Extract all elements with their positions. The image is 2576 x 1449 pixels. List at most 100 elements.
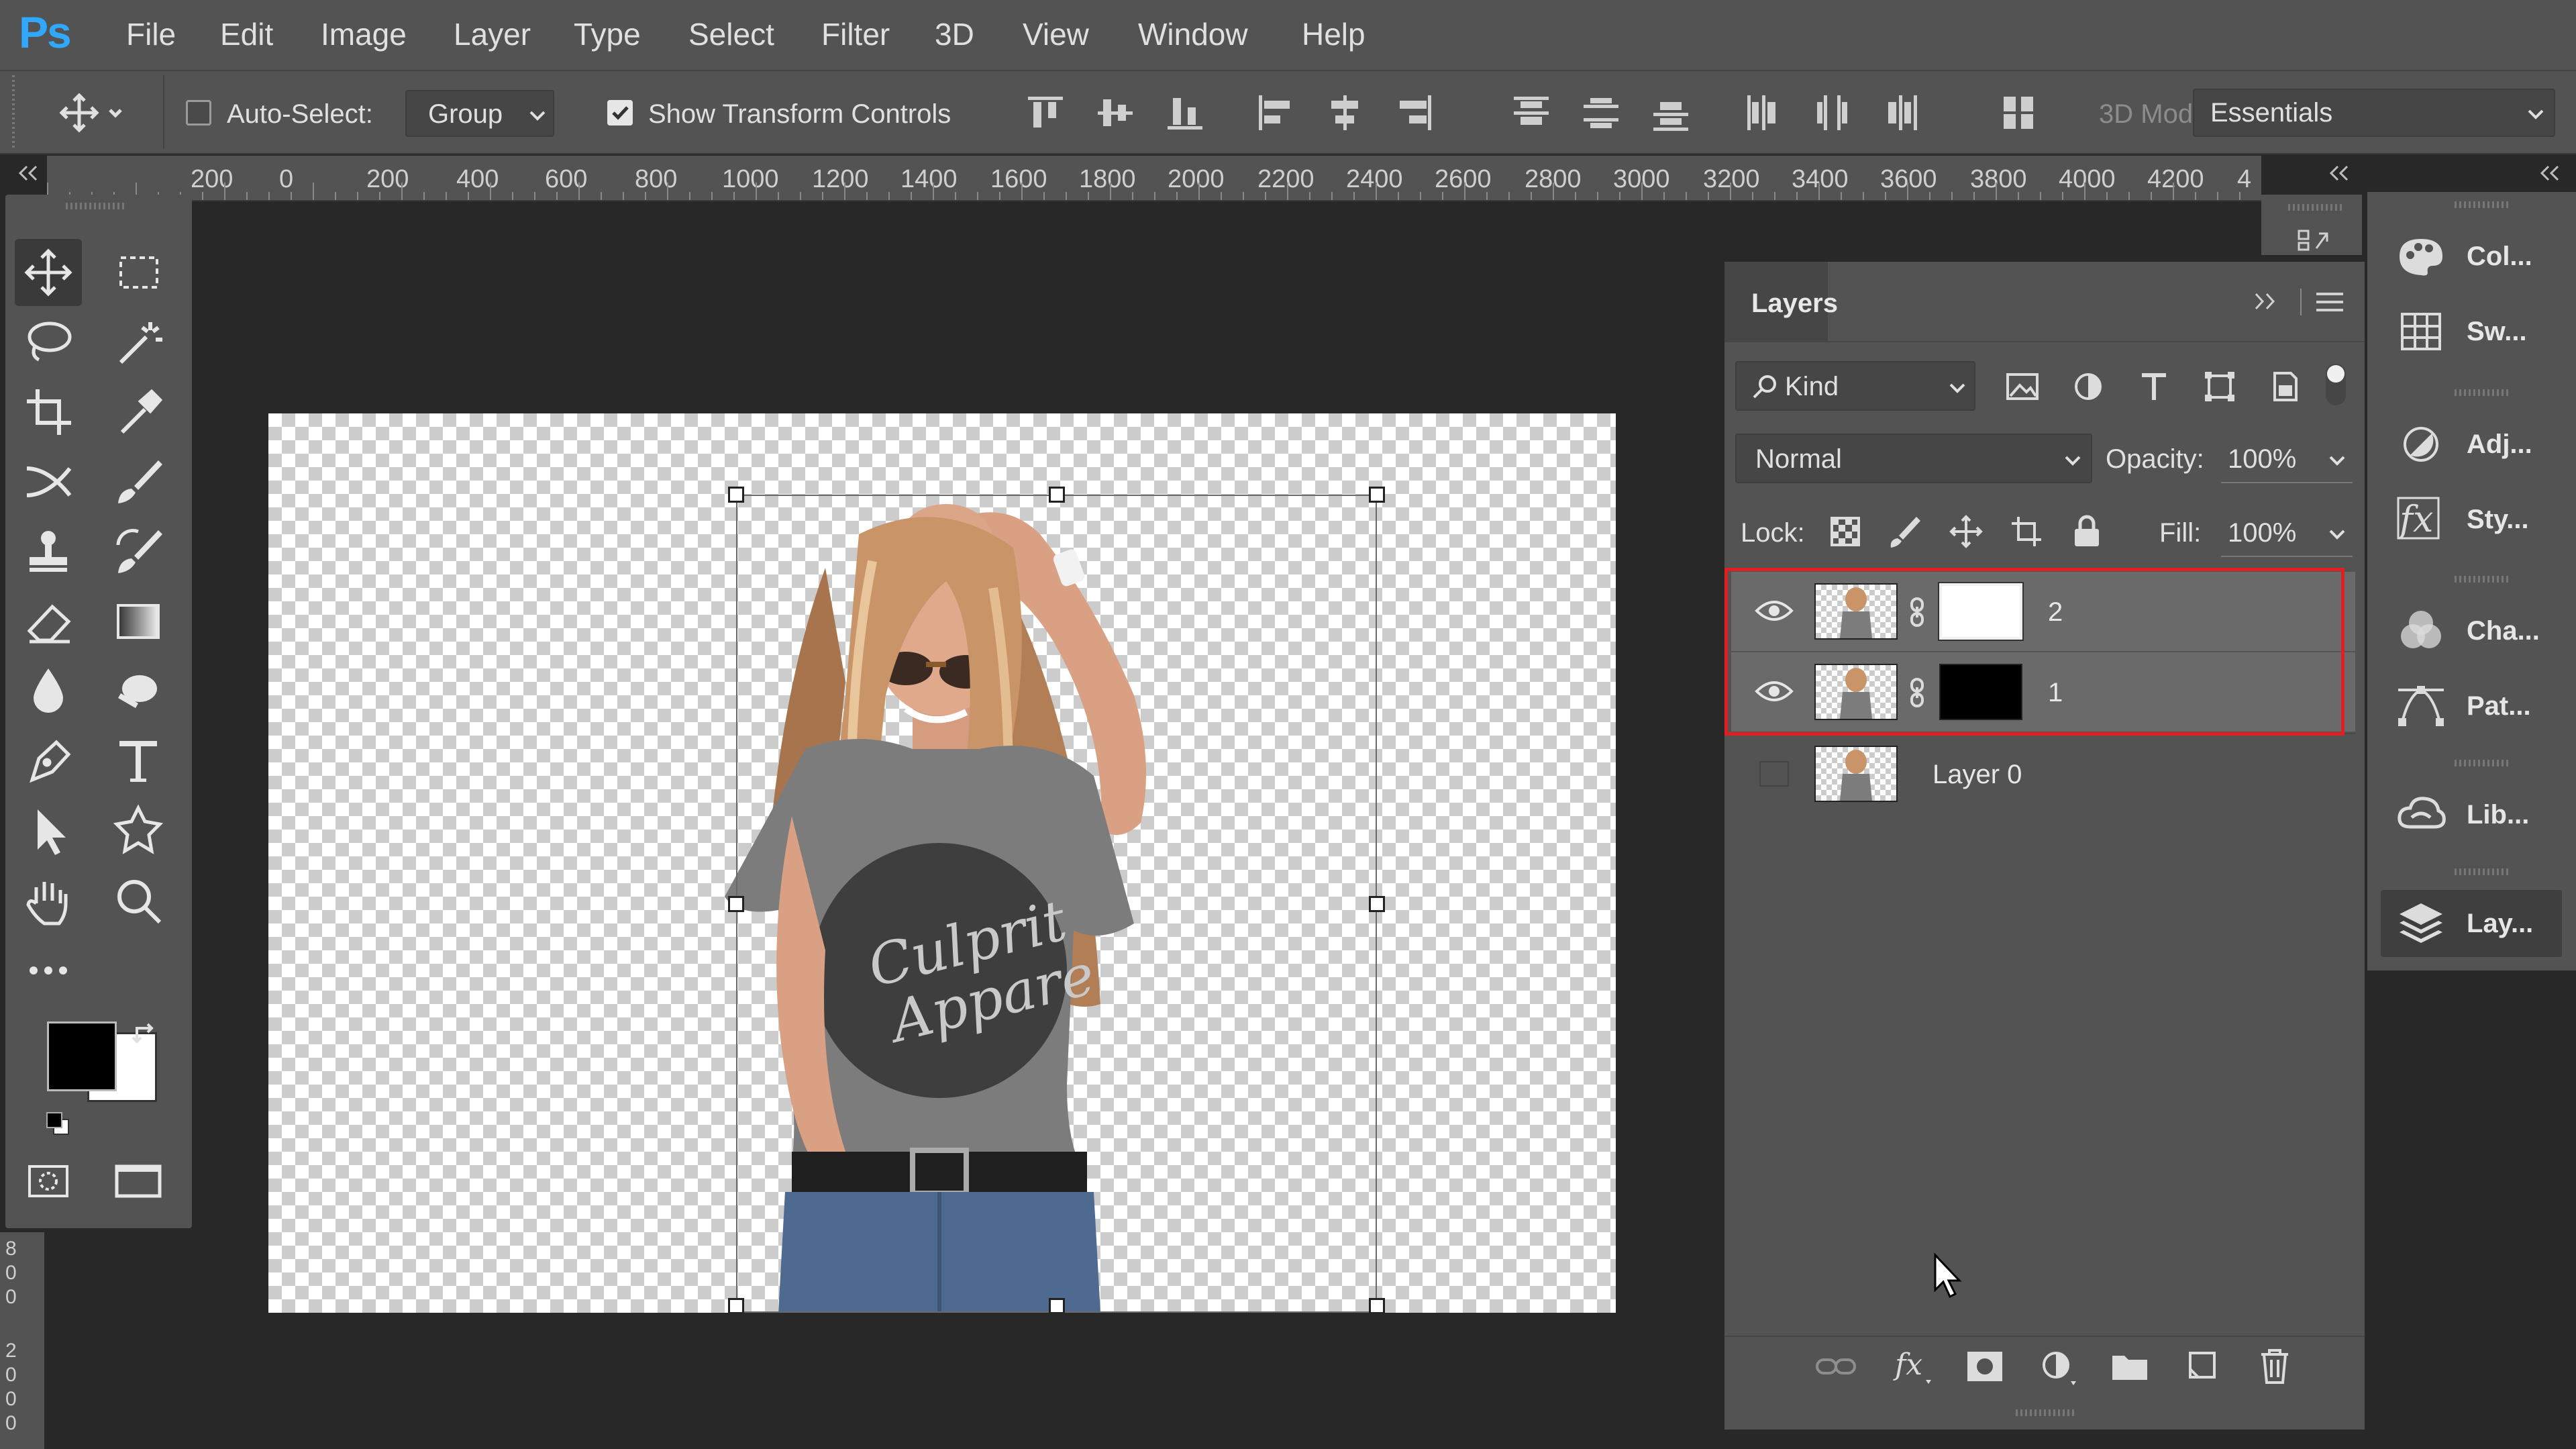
menu-3d[interactable]: 3D [935, 16, 974, 52]
auto-select-group-dropdown[interactable]: Group [405, 90, 554, 137]
eraser-tool[interactable] [15, 588, 82, 655]
menu-type[interactable]: Type [574, 16, 641, 52]
edit-toolbar-button[interactable] [15, 937, 82, 1004]
expand-panel-icon[interactable] [2252, 290, 2279, 313]
clone-stamp-tool[interactable] [15, 518, 82, 585]
menu-edit[interactable]: Edit [220, 16, 273, 52]
spot-healing-brush-tool[interactable] [15, 448, 82, 515]
menu-window[interactable]: Window [1138, 16, 1248, 52]
dock-grip[interactable] [2455, 201, 2508, 208]
new-group-folder-icon[interactable] [2108, 1349, 2151, 1384]
dock-channels-panel[interactable]: Cha... [2381, 597, 2562, 664]
dock-adjustments-panel[interactable]: Adj... [2381, 411, 2562, 478]
screen-mode-button[interactable] [105, 1148, 172, 1215]
dock-layers-panel[interactable]: Lay... [2381, 890, 2562, 957]
workspace-switcher-dropdown[interactable]: Essentials [2193, 89, 2555, 137]
zoom-tool[interactable] [105, 867, 172, 934]
lock-all-icon[interactable] [2068, 513, 2106, 550]
dock-grip[interactable] [2455, 576, 2508, 583]
show-transform-controls-checkbox[interactable] [607, 100, 633, 126]
new-layer-icon[interactable] [2181, 1346, 2224, 1387]
layer-thumbnail[interactable] [1814, 746, 1898, 802]
default-colors-icon[interactable] [43, 1109, 74, 1140]
distribute-vertical-centers-icon[interactable] [1581, 93, 1621, 133]
filter-shape-layers-icon[interactable] [2201, 368, 2238, 405]
blur-tool[interactable] [15, 658, 82, 725]
auto-align-layers-icon[interactable] [1998, 93, 2039, 133]
align-horizontal-centers-icon[interactable] [1325, 93, 1365, 133]
swap-colors-icon[interactable] [130, 1019, 160, 1048]
dock-color-panel[interactable]: Col... [2381, 223, 2562, 290]
align-top-edges-icon[interactable] [1025, 93, 1066, 133]
history-brush-tool[interactable] [105, 518, 172, 585]
visibility-toggle-off[interactable] [1759, 761, 1789, 787]
dock-grip[interactable] [2455, 389, 2508, 396]
transform-handle-top-center[interactable] [1049, 487, 1065, 503]
prevent-auto-nesting-icon[interactable] [2008, 513, 2045, 550]
transform-handle-bottom-center[interactable] [1049, 1298, 1065, 1313]
menu-filter[interactable]: Filter [821, 16, 890, 52]
panel-menu-icon[interactable] [2315, 291, 2345, 313]
distribute-horizontal-centers-icon[interactable] [1812, 93, 1852, 133]
lock-image-pixels-icon[interactable] [1887, 513, 1924, 550]
transform-handle-middle-right[interactable] [1369, 896, 1385, 912]
menu-select[interactable]: Select [688, 16, 774, 52]
align-bottom-edges-icon[interactable] [1165, 93, 1205, 133]
fill-field[interactable]: 100% [2221, 507, 2353, 557]
document-canvas[interactable]: Culprit Appare [268, 413, 1616, 1313]
delete-layer-trash-icon[interactable] [2253, 1345, 2296, 1388]
gradient-tool[interactable] [105, 588, 172, 655]
distribute-left-icon[interactable] [1742, 93, 1782, 133]
align-right-edges-icon[interactable] [1394, 93, 1435, 133]
panel-grip[interactable] [2288, 204, 2342, 211]
transform-handle-bottom-right[interactable] [1369, 1298, 1385, 1313]
magic-wand-tool[interactable] [105, 309, 172, 376]
add-layer-mask-icon[interactable] [1963, 1346, 2006, 1387]
lock-transparent-pixels-icon[interactable] [1826, 513, 1864, 550]
transform-bounding-box[interactable] [736, 495, 1377, 1313]
panel-resize-grip[interactable] [2016, 1409, 2076, 1416]
layer-filter-kind-dropdown[interactable]: Kind [1735, 361, 1975, 411]
collapse-toolbar-icon[interactable] [16, 164, 40, 183]
pen-tool[interactable] [15, 728, 82, 795]
filter-toggle-switch[interactable] [2326, 364, 2346, 405]
type-tool[interactable] [105, 728, 172, 795]
quick-mask-mode-button[interactable] [15, 1148, 82, 1215]
layer-row-layer-0[interactable]: Layer 0 [1731, 733, 2355, 813]
collapse-panel-icon[interactable] [2327, 164, 2351, 183]
filter-type-layers-icon[interactable] [2135, 368, 2173, 405]
dodge-tool[interactable] [105, 658, 172, 725]
lasso-tool[interactable] [15, 309, 82, 376]
new-adjustment-layer-icon[interactable] [2036, 1346, 2079, 1389]
align-vertical-centers-icon[interactable] [1095, 93, 1135, 133]
distribute-bottom-icon[interactable] [1651, 93, 1691, 133]
move-tool-preset-icon[interactable] [54, 91, 127, 134]
menu-file[interactable]: File [126, 16, 176, 52]
collapse-dock-icon[interactable] [2538, 164, 2562, 183]
brush-tool[interactable] [105, 448, 172, 515]
blend-mode-dropdown[interactable]: Normal [1735, 434, 2092, 483]
filter-smart-objects-icon[interactable] [2267, 368, 2304, 405]
menu-view[interactable]: View [1023, 16, 1089, 52]
layer-name[interactable]: Layer 0 [1933, 760, 2022, 790]
transform-handle-middle-left[interactable] [728, 896, 744, 912]
transform-handle-top-left[interactable] [728, 487, 744, 503]
eyedropper-tool[interactable] [105, 379, 172, 446]
dock-grip[interactable] [2455, 868, 2508, 875]
rectangular-marquee-tool[interactable] [105, 239, 172, 306]
auto-select-checkbox[interactable] [186, 100, 211, 126]
path-selection-tool[interactable] [15, 797, 82, 864]
transform-handle-bottom-left[interactable] [728, 1298, 744, 1313]
align-left-edges-icon[interactable] [1255, 93, 1295, 133]
filter-pixel-layers-icon[interactable] [2004, 368, 2041, 405]
dock-paths-panel[interactable]: Pat... [2381, 672, 2562, 740]
move-tool[interactable] [15, 239, 82, 306]
menu-help[interactable]: Help [1302, 16, 1366, 52]
link-layers-icon[interactable] [1814, 1349, 1857, 1384]
transform-handle-top-right[interactable] [1369, 487, 1385, 503]
distribute-right-icon[interactable] [1882, 93, 1922, 133]
panel-arrange-icon[interactable] [2296, 228, 2339, 252]
menu-layer[interactable]: Layer [454, 16, 531, 52]
dock-swatches-panel[interactable]: Sw... [2381, 298, 2562, 365]
toolbar-grip[interactable] [66, 203, 126, 209]
